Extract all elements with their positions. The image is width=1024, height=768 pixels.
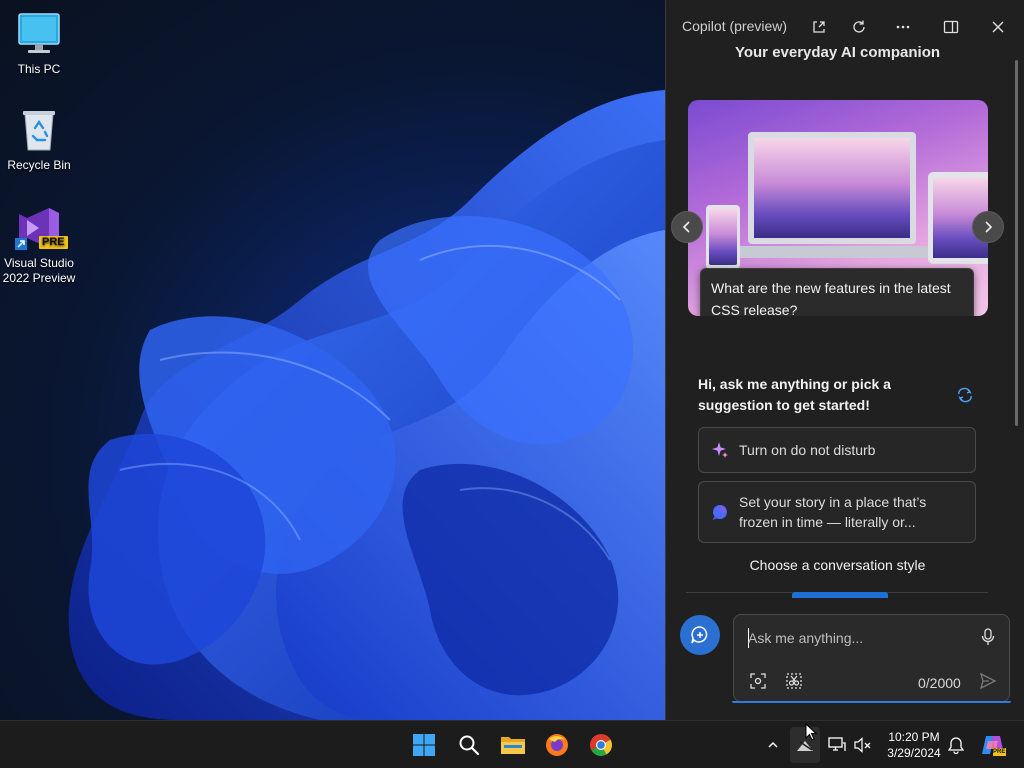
sparkle-icon	[711, 441, 729, 459]
chat-input[interactable]	[748, 625, 968, 651]
screenshot-icon	[750, 673, 766, 689]
intro-text: Hi, ask me anything or pick a suggestion…	[698, 376, 891, 413]
suggestion-do-not-disturb[interactable]: Turn on do not disturb	[698, 427, 976, 473]
firefox-icon	[546, 734, 568, 756]
notifications-button[interactable]	[943, 731, 969, 759]
firefox-button[interactable]	[539, 727, 575, 763]
suggestion-text: Set your story in a place that’s frozen …	[739, 494, 927, 530]
show-hidden-icons-button[interactable]	[760, 731, 786, 759]
snip-icon	[786, 673, 802, 689]
taskbar-clock[interactable]: 10:20 PM 3/29/2024	[880, 729, 948, 761]
dock-panel-icon	[943, 20, 959, 34]
snipping-button[interactable]	[782, 669, 806, 693]
suggestion-text: Turn on do not disturb	[739, 442, 876, 458]
refresh-suggestions-button[interactable]	[952, 382, 978, 408]
suggestion-carousel[interactable]: What are the new features in the latest …	[688, 100, 988, 316]
network-button[interactable]	[824, 731, 850, 759]
new-topic-button[interactable]	[680, 615, 720, 655]
copilot-title: Copilot (preview)	[682, 18, 788, 34]
send-icon	[979, 672, 997, 690]
close-button[interactable]	[983, 12, 1013, 42]
copilot-taskbar-button[interactable]: PRE	[978, 731, 1008, 759]
file-explorer-button[interactable]	[495, 727, 531, 763]
preview-badge: PRE	[39, 236, 68, 249]
dock-side-button[interactable]	[936, 12, 966, 42]
refresh-icon	[853, 20, 865, 33]
carousel-next-button[interactable]	[972, 211, 1004, 243]
start-button[interactable]	[406, 727, 442, 763]
chevron-up-icon	[768, 741, 778, 748]
external-link-icon	[813, 21, 825, 33]
chevron-left-icon	[682, 221, 690, 233]
monitor-icon	[15, 10, 63, 58]
suggestion-story[interactable]: Set your story in a place that’s frozen …	[698, 481, 976, 543]
panel-scrollbar[interactable]	[1015, 60, 1018, 426]
file-explorer-icon	[501, 737, 525, 754]
selected-style-indicator	[792, 592, 888, 598]
mouse-cursor	[805, 722, 818, 746]
chrome-icon	[590, 734, 612, 756]
conversation-style-selector[interactable]	[686, 592, 988, 599]
bell-icon	[948, 737, 964, 754]
desktop-icon-this-pc[interactable]: This PC	[1, 10, 77, 77]
conversation-style-title: Choose a conversation style	[749, 557, 926, 573]
desktop-icon-label-line2: 2022 Preview	[2, 271, 76, 285]
copilot-pre-badge: PRE	[993, 749, 1006, 755]
more-options-button[interactable]	[888, 12, 918, 42]
desktop: This PC Recycle Bin PRE Visual Studio 20…	[0, 0, 665, 720]
cursor-icon	[805, 722, 818, 741]
taskbar: 10:20 PM 3/29/2024 PRE	[0, 720, 1024, 768]
chat-input-box: 0/2000	[733, 614, 1010, 702]
new-chat-icon	[691, 626, 708, 644]
start-icon	[413, 734, 435, 756]
visual-studio-icon: PRE	[15, 204, 68, 252]
desktop-icon-label-line1: Visual Studio	[4, 256, 74, 270]
desktop-icon-visual-studio[interactable]: PRE Visual Studio 2022 Preview	[1, 204, 77, 286]
close-icon	[992, 21, 1004, 33]
desktop-icon-label: Recycle Bin	[7, 158, 71, 172]
copilot-tagline: Your everyday AI companion	[734, 44, 941, 61]
desktop-icon-label: This PC	[17, 62, 61, 76]
carousel-prev-button[interactable]	[671, 211, 703, 243]
volume-button[interactable]	[850, 731, 876, 759]
recycle-bin-icon	[15, 106, 63, 154]
send-button[interactable]	[976, 669, 1000, 693]
network-icon	[828, 737, 846, 751]
clock-date: 3/29/2024	[887, 746, 941, 760]
bloom-wallpaper	[68, 90, 665, 720]
search-button[interactable]	[451, 727, 487, 763]
open-in-new-window-button[interactable]	[804, 12, 834, 42]
desktop-icon-recycle-bin[interactable]: Recycle Bin	[1, 106, 77, 173]
chevron-right-icon	[985, 221, 993, 233]
input-focus-underline	[732, 701, 1011, 703]
character-counter: 0/2000	[918, 675, 961, 691]
chat-bubble-icon	[711, 503, 729, 521]
clock-time: 10:20 PM	[888, 730, 940, 744]
add-screenshot-button[interactable]	[746, 669, 770, 693]
carousel-prompt-card[interactable]: What are the new features in the latest …	[700, 268, 974, 316]
voice-input-button[interactable]	[976, 625, 1000, 649]
volume-muted-icon	[854, 737, 871, 753]
refresh-suggestions-icon	[958, 387, 972, 403]
chrome-button[interactable]	[583, 727, 619, 763]
copilot-panel: Copilot (preview) Your everyday AI compa…	[665, 0, 1024, 720]
refresh-button[interactable]	[844, 12, 874, 42]
more-icon	[896, 25, 910, 29]
search-icon	[459, 735, 480, 756]
microphone-icon	[981, 628, 995, 645]
